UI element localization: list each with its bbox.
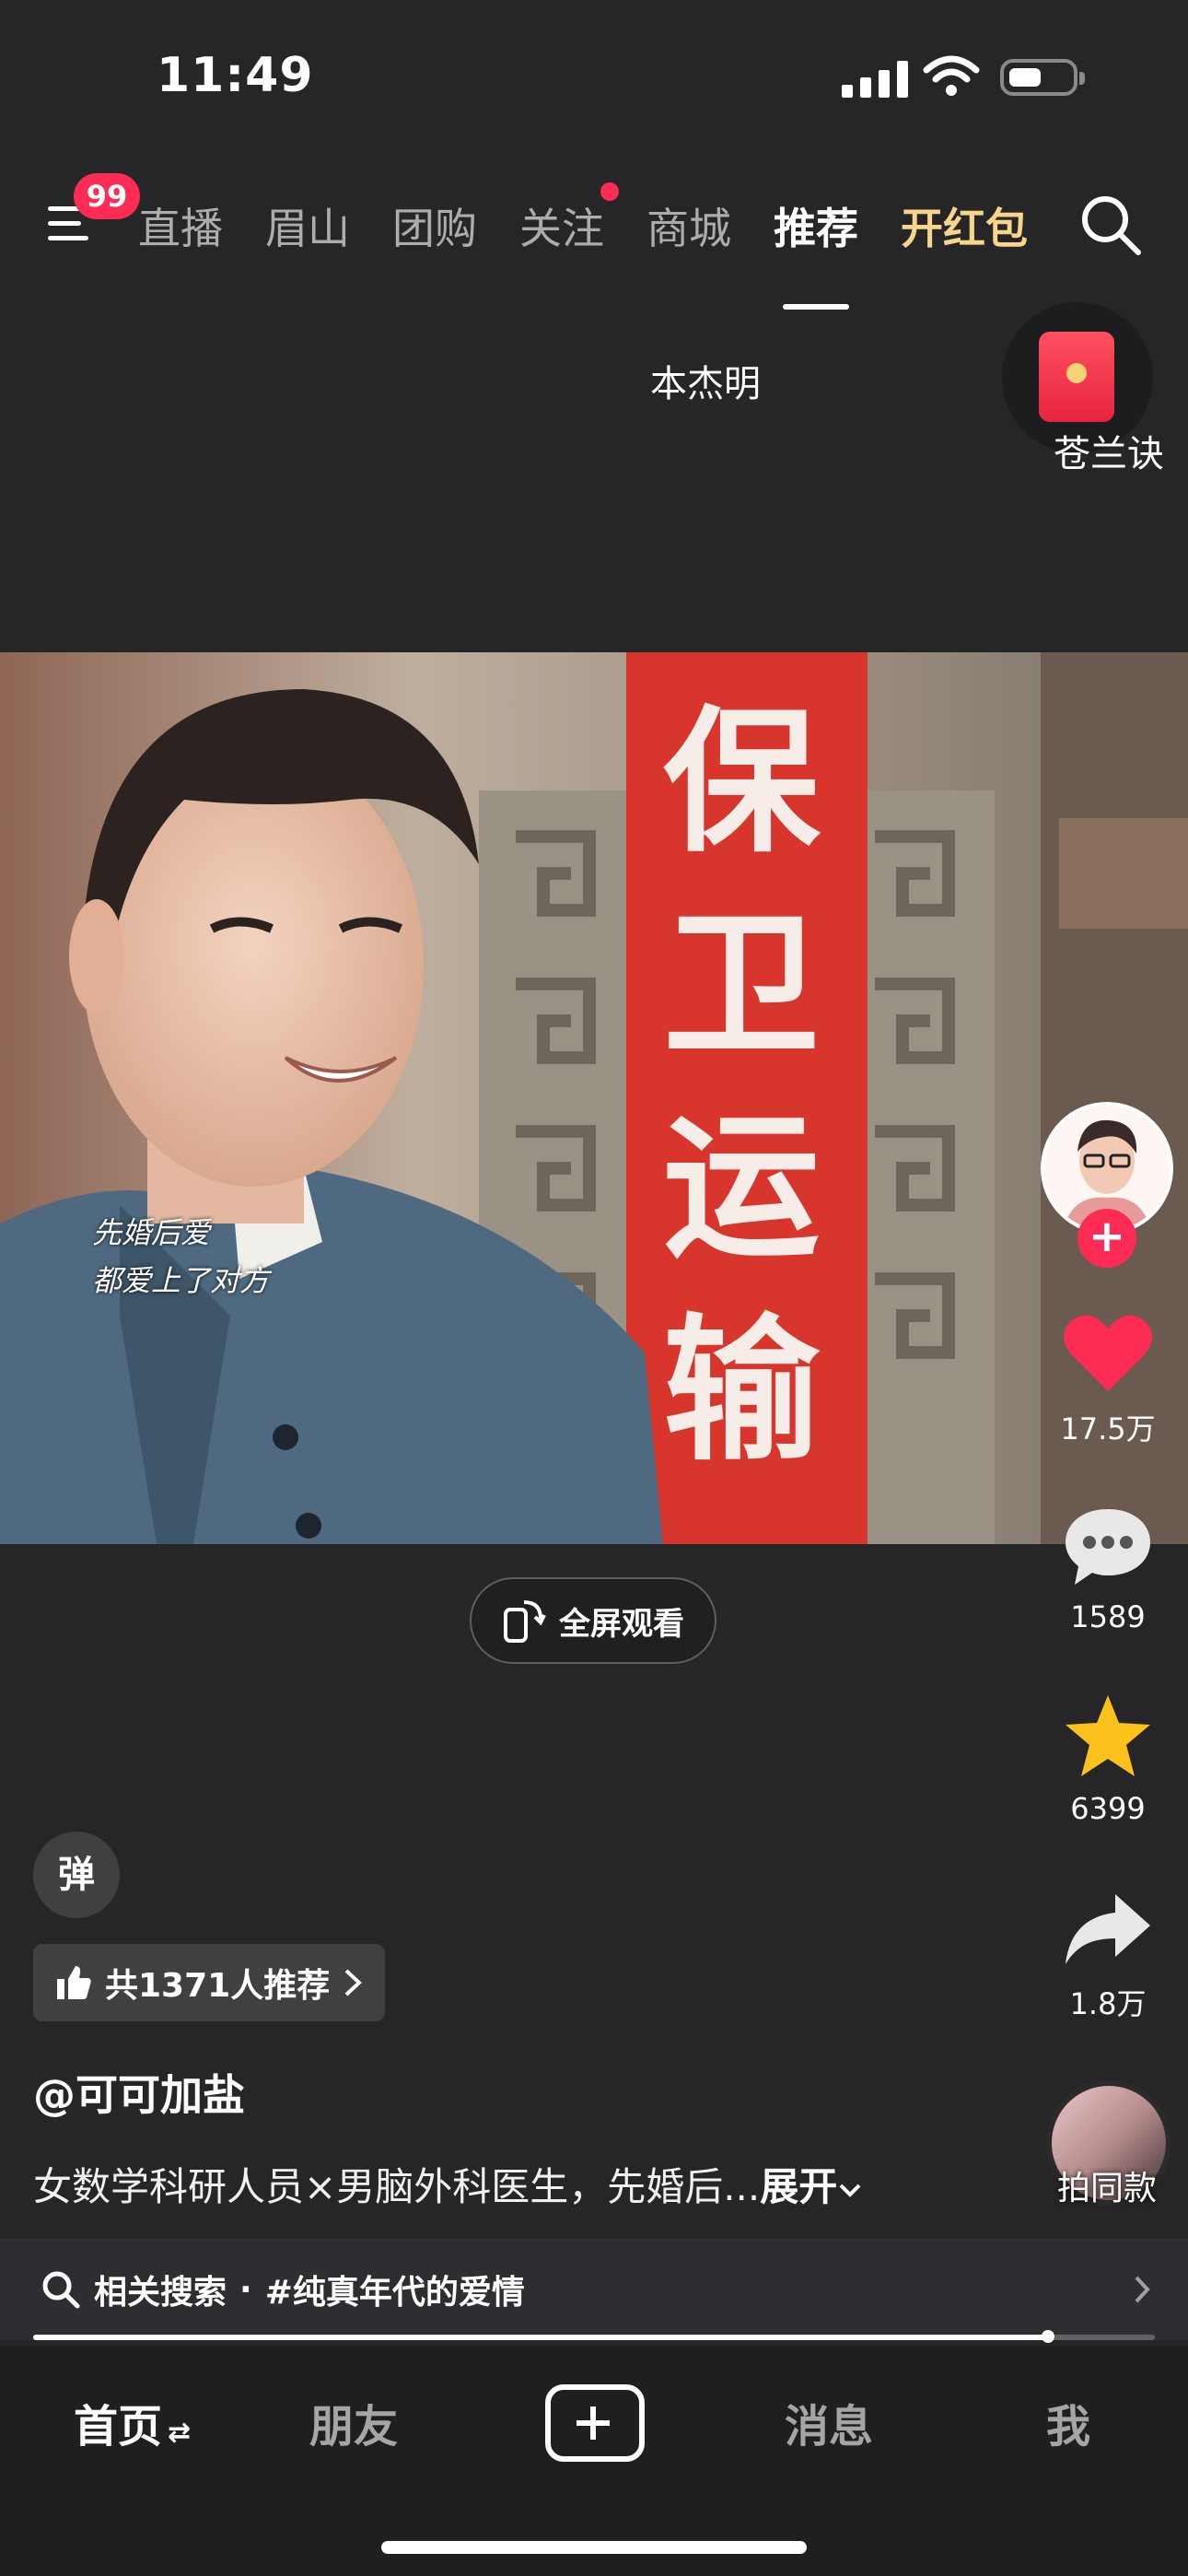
progress-fill	[33, 2335, 1049, 2340]
recommend-pill[interactable]: 共1371人推荐	[33, 1944, 386, 2021]
video-caption: 先婚后爱 都爱上了对方	[92, 1209, 269, 1305]
like-count: 17.5万	[1060, 1411, 1156, 1446]
red-packet-label: 苍兰诀	[1054, 433, 1164, 475]
thumbs-up-icon	[57, 1966, 91, 1999]
chevron-right-icon	[344, 1969, 363, 1996]
cellular-signal-icon	[842, 61, 908, 98]
tab-messages[interactable]: 消息	[785, 2390, 873, 2454]
notification-badge: 99	[74, 173, 140, 219]
expand-label: 展开	[760, 2164, 838, 2209]
tab-following[interactable]: 关注	[519, 182, 619, 256]
like-button[interactable]: 17.5万	[1050, 1310, 1166, 1448]
author-name[interactable]: @可可加盐	[33, 2062, 245, 2123]
wifi-icon	[923, 55, 980, 96]
follow-button[interactable]: +	[1077, 1209, 1136, 1268]
tab-live[interactable]: 直播	[138, 195, 223, 256]
tab-recommend[interactable]: 推荐	[774, 195, 858, 310]
tab-following-label: 关注	[519, 204, 604, 253]
share-button[interactable]: 1.8万	[1050, 1889, 1166, 2023]
unread-dot	[600, 182, 619, 201]
rotate-phone-icon	[504, 1600, 546, 1643]
active-tab-underline	[783, 304, 849, 310]
top-tabs: 直播 眉山 团购 关注 商城 推荐 开红包	[138, 182, 1070, 310]
video-progress-bar[interactable]	[33, 2330, 1155, 2343]
search-icon-small	[42, 2271, 80, 2309]
svg-text:输: 输	[663, 1300, 821, 1482]
red-envelope-icon	[1039, 332, 1114, 422]
create-post-button[interactable]	[545, 2384, 645, 2462]
svg-text:保: 保	[663, 692, 821, 874]
related-search-label: 相关搜索	[94, 2274, 227, 2312]
shoot-same-label[interactable]: 拍同款	[1057, 2161, 1157, 2209]
related-search-bar[interactable]: 相关搜索 · #纯真年代的爱情	[0, 2239, 1188, 2340]
tab-red-packet[interactable]: 开红包	[901, 195, 1028, 256]
chevron-down-icon	[839, 2184, 861, 2197]
favorite-button[interactable]: 6399	[1050, 1692, 1166, 1826]
search-icon[interactable]	[1079, 193, 1144, 258]
tab-group-buy[interactable]: 团购	[392, 195, 477, 256]
tab-home[interactable]: 首页 ⇄	[74, 2390, 191, 2454]
comment-count: 1589	[1070, 1599, 1146, 1634]
suggested-search-text[interactable]: 本杰明	[650, 354, 761, 407]
share-count: 1.8万	[1069, 1986, 1147, 2021]
status-time: 11:49	[157, 48, 314, 103]
caption-line-1: 先婚后爱	[92, 1215, 211, 1250]
chevron-right-icon	[1135, 2276, 1150, 2303]
video-frame-image: 保 卫 运 输	[0, 652, 1188, 1544]
progress-knob[interactable]	[1042, 2330, 1055, 2343]
refresh-arrows-icon: ⇄	[168, 2417, 192, 2449]
caption-line-2: 都爱上了对方	[92, 1263, 270, 1298]
tab-recommend-label: 推荐	[774, 204, 858, 253]
comment-button[interactable]: 1589	[1050, 1504, 1166, 1634]
expand-button[interactable]: 展开	[760, 2164, 863, 2209]
star-icon	[1066, 1695, 1150, 1776]
svg-text:运: 运	[663, 1097, 820, 1280]
video-description: 女数学科研人员×男脑外科医生，先婚后...展开	[33, 2156, 863, 2212]
comment-icon	[1066, 1509, 1150, 1585]
video-player[interactable]: 保 卫 运 输	[0, 652, 1188, 1544]
fullscreen-button[interactable]: 全屏观看	[470, 1577, 716, 1664]
home-indicator	[381, 2541, 807, 2554]
description-text: 女数学科研人员×男脑外科医生，先婚后...	[33, 2164, 761, 2209]
fullscreen-label: 全屏观看	[559, 1605, 684, 1643]
plus-icon	[577, 2406, 610, 2440]
favorite-count: 6399	[1070, 1791, 1146, 1826]
heart-icon	[1064, 1315, 1152, 1391]
tab-me[interactable]: 我	[1046, 2390, 1090, 2454]
tab-home-label: 首页	[74, 2401, 163, 2453]
svg-text:卫: 卫	[663, 895, 820, 1077]
recommend-text: 共1371人推荐	[105, 1967, 331, 2005]
tab-meishan[interactable]: 眉山	[265, 195, 350, 256]
battery-icon	[1000, 59, 1085, 96]
related-search-topic: #纯真年代的爱情	[264, 2274, 525, 2312]
danmu-toggle[interactable]: 弹	[33, 1832, 120, 1918]
share-icon	[1066, 1894, 1150, 1964]
tab-mall[interactable]: 商城	[646, 195, 731, 256]
tab-friends[interactable]: 朋友	[309, 2390, 398, 2454]
related-search-separator: ·	[239, 2270, 252, 2309]
